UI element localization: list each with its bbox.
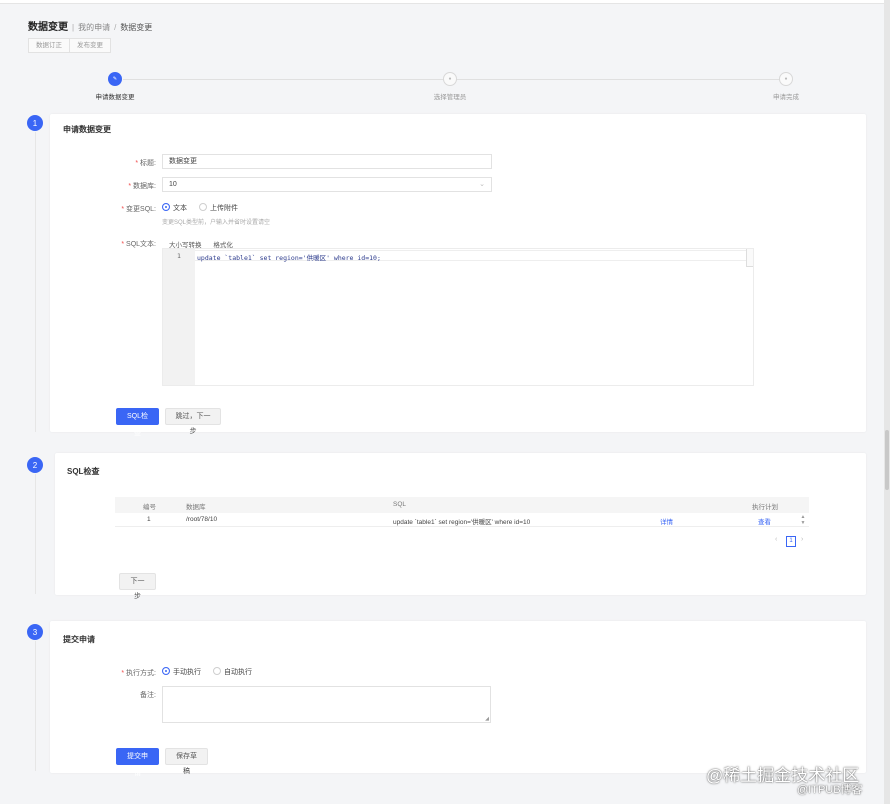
column-header-database: 数据库 [186,504,206,511]
card-title: 申请数据变更 [63,125,111,134]
field-label-title: * 标题: [135,160,156,167]
detail-link[interactable]: 详情 [660,516,673,526]
breadcrumb-item-current: 数据变更 [120,23,153,32]
radio-checked-icon [162,667,170,675]
database-select[interactable]: 10 ⌄ [162,177,492,192]
sql-editor[interactable]: 1 update `table1` set region='供暖区' where… [162,248,754,386]
title-input[interactable]: 数据变更 [162,154,492,169]
editor-scrollbar[interactable] [746,249,753,267]
line-number: 1 [177,252,181,260]
column-header-plan: 执行计划 [752,504,778,511]
radio-unchecked-icon [198,203,207,211]
next-step-button[interactable]: 下一步 [119,573,156,600]
radio-option-text[interactable]: 文本 [162,203,187,212]
vertical-scrollbar[interactable] [884,0,890,804]
breadcrumb: 数据变更 | 我的申请 / 数据变更 [28,18,152,33]
prev-page-icon[interactable]: ‹ [775,536,777,543]
scrollbar-thumb[interactable] [885,430,889,490]
sql-type-radio-group: 文本 上传附件 [162,203,248,213]
sql-check-card: SQL检查 编号 数据库 SQL 执行计划 1 /root/78/10 upda… [55,453,866,600]
type-segment-control: 数据订正 发布变更 [28,38,111,53]
sql-check-button[interactable]: SQL检查 [116,408,159,437]
field-label-sql-text: * SQL文本: [121,241,156,248]
timeline-line [35,474,36,594]
radio-checked-icon [162,203,170,211]
cell-no: 1 [147,516,151,523]
column-header-no: 编号 [143,504,156,511]
user-icon: ● [443,72,457,86]
edit-icon: ✎ [108,72,122,86]
required-mark: * [121,206,125,213]
breadcrumb-item-my-applications[interactable]: 我的申请 [78,23,110,32]
field-label-database: * 数据库: [128,183,156,190]
section-number-1: 1 [27,115,43,131]
step-label-select-admin: 选择管理员 [433,94,467,101]
remark-textarea[interactable]: ◢ [162,686,491,723]
top-bar [0,0,884,4]
next-page-icon[interactable]: › [801,536,803,543]
radio-option-manual[interactable]: 手动执行 [162,667,201,676]
table-row: 1 /root/78/10 update `table1` set region… [115,513,809,527]
card-title: SQL检查 [67,467,100,476]
editor-gutter [163,249,195,385]
segment-tab-release-change[interactable]: 发布变更 [69,39,110,52]
row-scroll-arrows-icon[interactable]: ▲ ▼ [799,514,807,526]
timeline-line [35,132,36,432]
sql-code-line[interactable]: update `table1` set region='供暖区' where i… [197,252,381,262]
required-mark: * [121,670,125,677]
sql-check-table: 编号 数据库 SQL 执行计划 1 /root/78/10 update `ta… [115,497,809,527]
field-label-exec-mode: * 执行方式: [121,670,156,677]
section-number-2: 2 [27,457,43,473]
apply-change-card: 申请数据变更 * 标题: 数据变更 * 数据库: 10 ⌄ * 变更SQL: 文本 上传… [50,114,866,437]
required-mark: * [128,183,132,190]
table-header-row: 编号 数据库 SQL 执行计划 [115,497,809,513]
segment-tab-data-correction[interactable]: 数据订正 [29,39,69,52]
skip-next-button[interactable]: 跳过，下一步 [165,408,221,435]
resize-handle-icon[interactable]: ◢ [485,716,489,722]
required-mark: * [135,160,139,167]
column-header-sql: SQL [393,501,407,508]
section-number-3: 3 [27,624,43,640]
radio-unchecked-icon [212,667,221,675]
cell-database: /root/78/10 [186,516,218,523]
submit-application-button[interactable]: 提交申请 [116,748,159,777]
view-plan-link[interactable]: 查看 [758,516,771,526]
sql-type-hint: 变更SQL类型前，户输入并省时设置请空 [162,220,271,226]
page-title: 数据变更 [28,22,68,33]
exec-mode-radio-group: 手动执行 自动执行 [162,667,262,677]
step-label-apply: 申请数据变更 [95,94,135,101]
field-label-sql-type: * 变更SQL: [121,206,156,213]
page-number-current[interactable]: 1 [786,536,796,547]
submit-card: 提交申请 * 执行方式: 手动执行 自动执行 备注: ◢ 提交申请 保存草稿 [50,621,866,777]
breadcrumb-separator: / [114,23,117,32]
chevron-down-icon: ⌄ [479,181,485,188]
save-draft-button[interactable]: 保存草稿 [165,748,208,775]
breadcrumb-separator: | [72,23,75,32]
radio-option-upload[interactable]: 上传附件 [198,203,238,212]
step-label-complete: 申请完成 [773,94,799,101]
check-icon: ● [779,72,793,86]
required-mark: * [121,241,125,248]
watermark-itpub: @ITPUB博客 [797,784,863,796]
radio-option-auto[interactable]: 自动执行 [212,667,252,676]
card-title: 提交申请 [63,635,95,644]
timeline-line [35,641,36,771]
cell-sql: update `table1` set region='供暖区' where i… [393,519,531,526]
database-select-value: 10 [169,181,177,188]
field-label-remark: 备注: [140,692,156,699]
